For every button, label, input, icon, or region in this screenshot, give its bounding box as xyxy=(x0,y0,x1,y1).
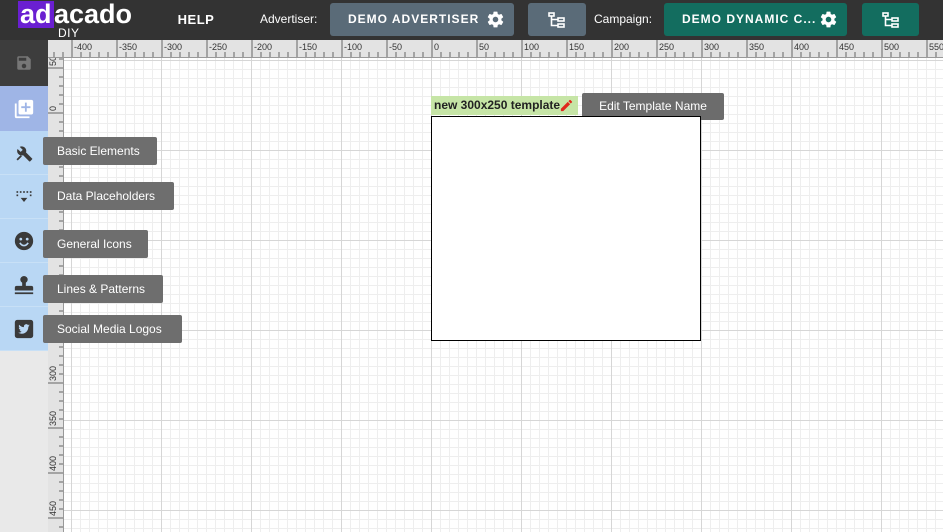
ruler-number: 400 xyxy=(794,42,810,52)
ruler-number: 450 xyxy=(839,42,855,52)
lines-patterns-button[interactable] xyxy=(0,263,48,307)
advertiser-name: DEMO ADVERTISER xyxy=(348,12,480,26)
ruler-number: 200 xyxy=(614,42,630,52)
ruler-number: 50 xyxy=(48,58,58,66)
template-name-tag[interactable]: new 300x250 template xyxy=(431,96,578,115)
data-placeholders-button[interactable] xyxy=(0,175,48,219)
ruler-number: -50 xyxy=(389,42,403,52)
advertiser-settings-gear-icon[interactable] xyxy=(486,10,505,29)
ruler-number: 550 xyxy=(929,42,943,52)
save-icon xyxy=(17,56,31,70)
data-placeholders-tooltip: Data Placeholders xyxy=(43,182,174,210)
add-element-icon xyxy=(14,99,34,118)
help-button[interactable]: HELP xyxy=(170,0,222,40)
advertiser-hierarchy-button[interactable] xyxy=(528,3,586,36)
basic-elements-button[interactable] xyxy=(0,131,48,175)
general-icons-tooltip: General Icons xyxy=(43,230,148,258)
social-media-logos-tooltip: Social Media Logos xyxy=(43,315,182,343)
tool-sidebar xyxy=(0,40,48,532)
horizontal-ruler: -400 -350 -300 -250 -200 -150 -100 -50 0 50 100 150… xyxy=(48,40,943,58)
campaign-hierarchy-button[interactable] xyxy=(862,3,919,36)
ruler-number: -100 xyxy=(344,42,363,52)
ruler-number: 350 xyxy=(48,410,58,426)
ruler-number: 50 xyxy=(479,42,490,52)
ruler-number: 0 xyxy=(48,105,58,111)
ad-template-300x250[interactable] xyxy=(431,116,701,341)
ruler-number: 250 xyxy=(659,42,675,52)
smiley-icon xyxy=(14,231,34,250)
ruler-number: -200 xyxy=(254,42,273,52)
tools-icon xyxy=(16,145,33,162)
template-name: new 300x250 template xyxy=(434,98,561,112)
stamp-icon xyxy=(14,275,34,294)
ruler-number: 300 xyxy=(48,365,58,381)
twitter-icon xyxy=(14,319,34,338)
save-button[interactable] xyxy=(0,40,48,86)
ruler-number: 0 xyxy=(434,42,440,52)
pencil-icon[interactable] xyxy=(559,98,574,113)
ruler-number: 400 xyxy=(48,455,58,471)
ruler-number: 150 xyxy=(569,42,585,52)
adacado-logo[interactable]: ad acado DIY advertising xyxy=(18,0,146,51)
ruler-number: -250 xyxy=(209,42,228,52)
social-media-logos-button[interactable] xyxy=(0,307,48,351)
ruler-number: -400 xyxy=(74,42,93,52)
campaign-name: DEMO DYNAMIC C... xyxy=(682,12,817,26)
top-bar: ad acado DIY advertising HELP Advertiser… xyxy=(0,0,943,51)
lines-patterns-tooltip: Lines & Patterns xyxy=(43,275,163,303)
logo-text: acado xyxy=(54,0,133,29)
campaign-settings-gear-icon[interactable] xyxy=(819,10,838,29)
campaign-label: Campaign: xyxy=(594,12,653,26)
hierarchy-icon xyxy=(548,11,565,28)
ruler-number: -300 xyxy=(164,42,183,52)
hierarchy-icon xyxy=(881,11,899,28)
general-icons-button[interactable] xyxy=(0,219,48,263)
ruler-number: -150 xyxy=(299,42,318,52)
ruler-number: 350 xyxy=(749,42,765,52)
data-placeholder-icon xyxy=(16,190,32,202)
ruler-number: -350 xyxy=(119,42,138,52)
advertiser-label: Advertiser: xyxy=(260,12,318,26)
ruler-number: 500 xyxy=(884,42,900,52)
add-element-button[interactable] xyxy=(0,86,48,131)
ruler-number: 300 xyxy=(704,42,720,52)
ruler-number: 450 xyxy=(48,500,58,516)
campaign-select-button[interactable]: DEMO DYNAMIC C... xyxy=(664,3,847,36)
basic-elements-tooltip: Basic Elements xyxy=(43,137,157,165)
advertiser-select-button[interactable]: DEMO ADVERTISER xyxy=(330,3,514,36)
logo-highlight: ad xyxy=(18,0,54,29)
ruler-number: 100 xyxy=(524,42,540,52)
